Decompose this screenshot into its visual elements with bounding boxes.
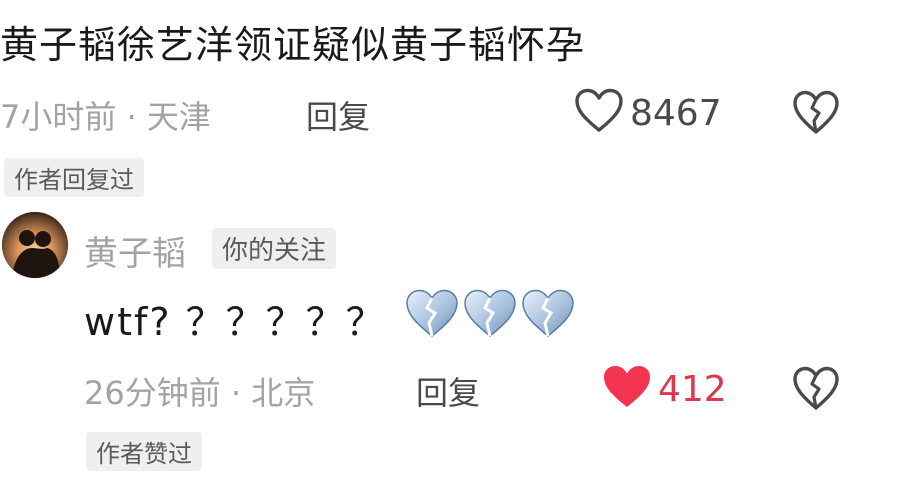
broken-heart-blue-icon [462, 288, 518, 349]
like-count: 8467 [630, 92, 722, 134]
author-replied-badge: 作者回复过 [4, 158, 144, 197]
reply-text: wtf? ？？？？？ [84, 288, 576, 349]
like-count: 412 [658, 368, 727, 410]
like-button[interactable]: 8467 [574, 88, 722, 138]
avatar[interactable] [2, 212, 68, 278]
broken-heart-blue-icon [404, 288, 460, 349]
comment-meta: 7小时前 · 天津 [0, 98, 211, 136]
heart-filled-icon [602, 364, 652, 414]
broken-heart-blue-icon [520, 288, 576, 349]
broken-heart-icon [792, 90, 840, 140]
dislike-button[interactable] [792, 366, 840, 416]
heart-outline-icon [574, 88, 624, 138]
reply-meta: 26分钟前 · 北京 [84, 374, 316, 412]
emoji-group [404, 288, 576, 349]
reply-author-name[interactable]: 黄子韬 [84, 226, 186, 275]
author-liked-badge: 作者赞过 [86, 432, 202, 471]
following-badge: 你的关注 [212, 228, 337, 269]
reply-button[interactable]: 回复 [416, 368, 480, 414]
comment-text: 黄子韬徐艺洋领证疑似黄子韬怀孕 [0, 23, 586, 67]
reply-text-content: wtf? ？？？？？ [84, 300, 386, 344]
reply-button[interactable]: 回复 [306, 92, 370, 138]
dislike-button[interactable] [792, 90, 840, 140]
broken-heart-icon [792, 366, 840, 416]
like-button[interactable]: 412 [602, 364, 727, 414]
